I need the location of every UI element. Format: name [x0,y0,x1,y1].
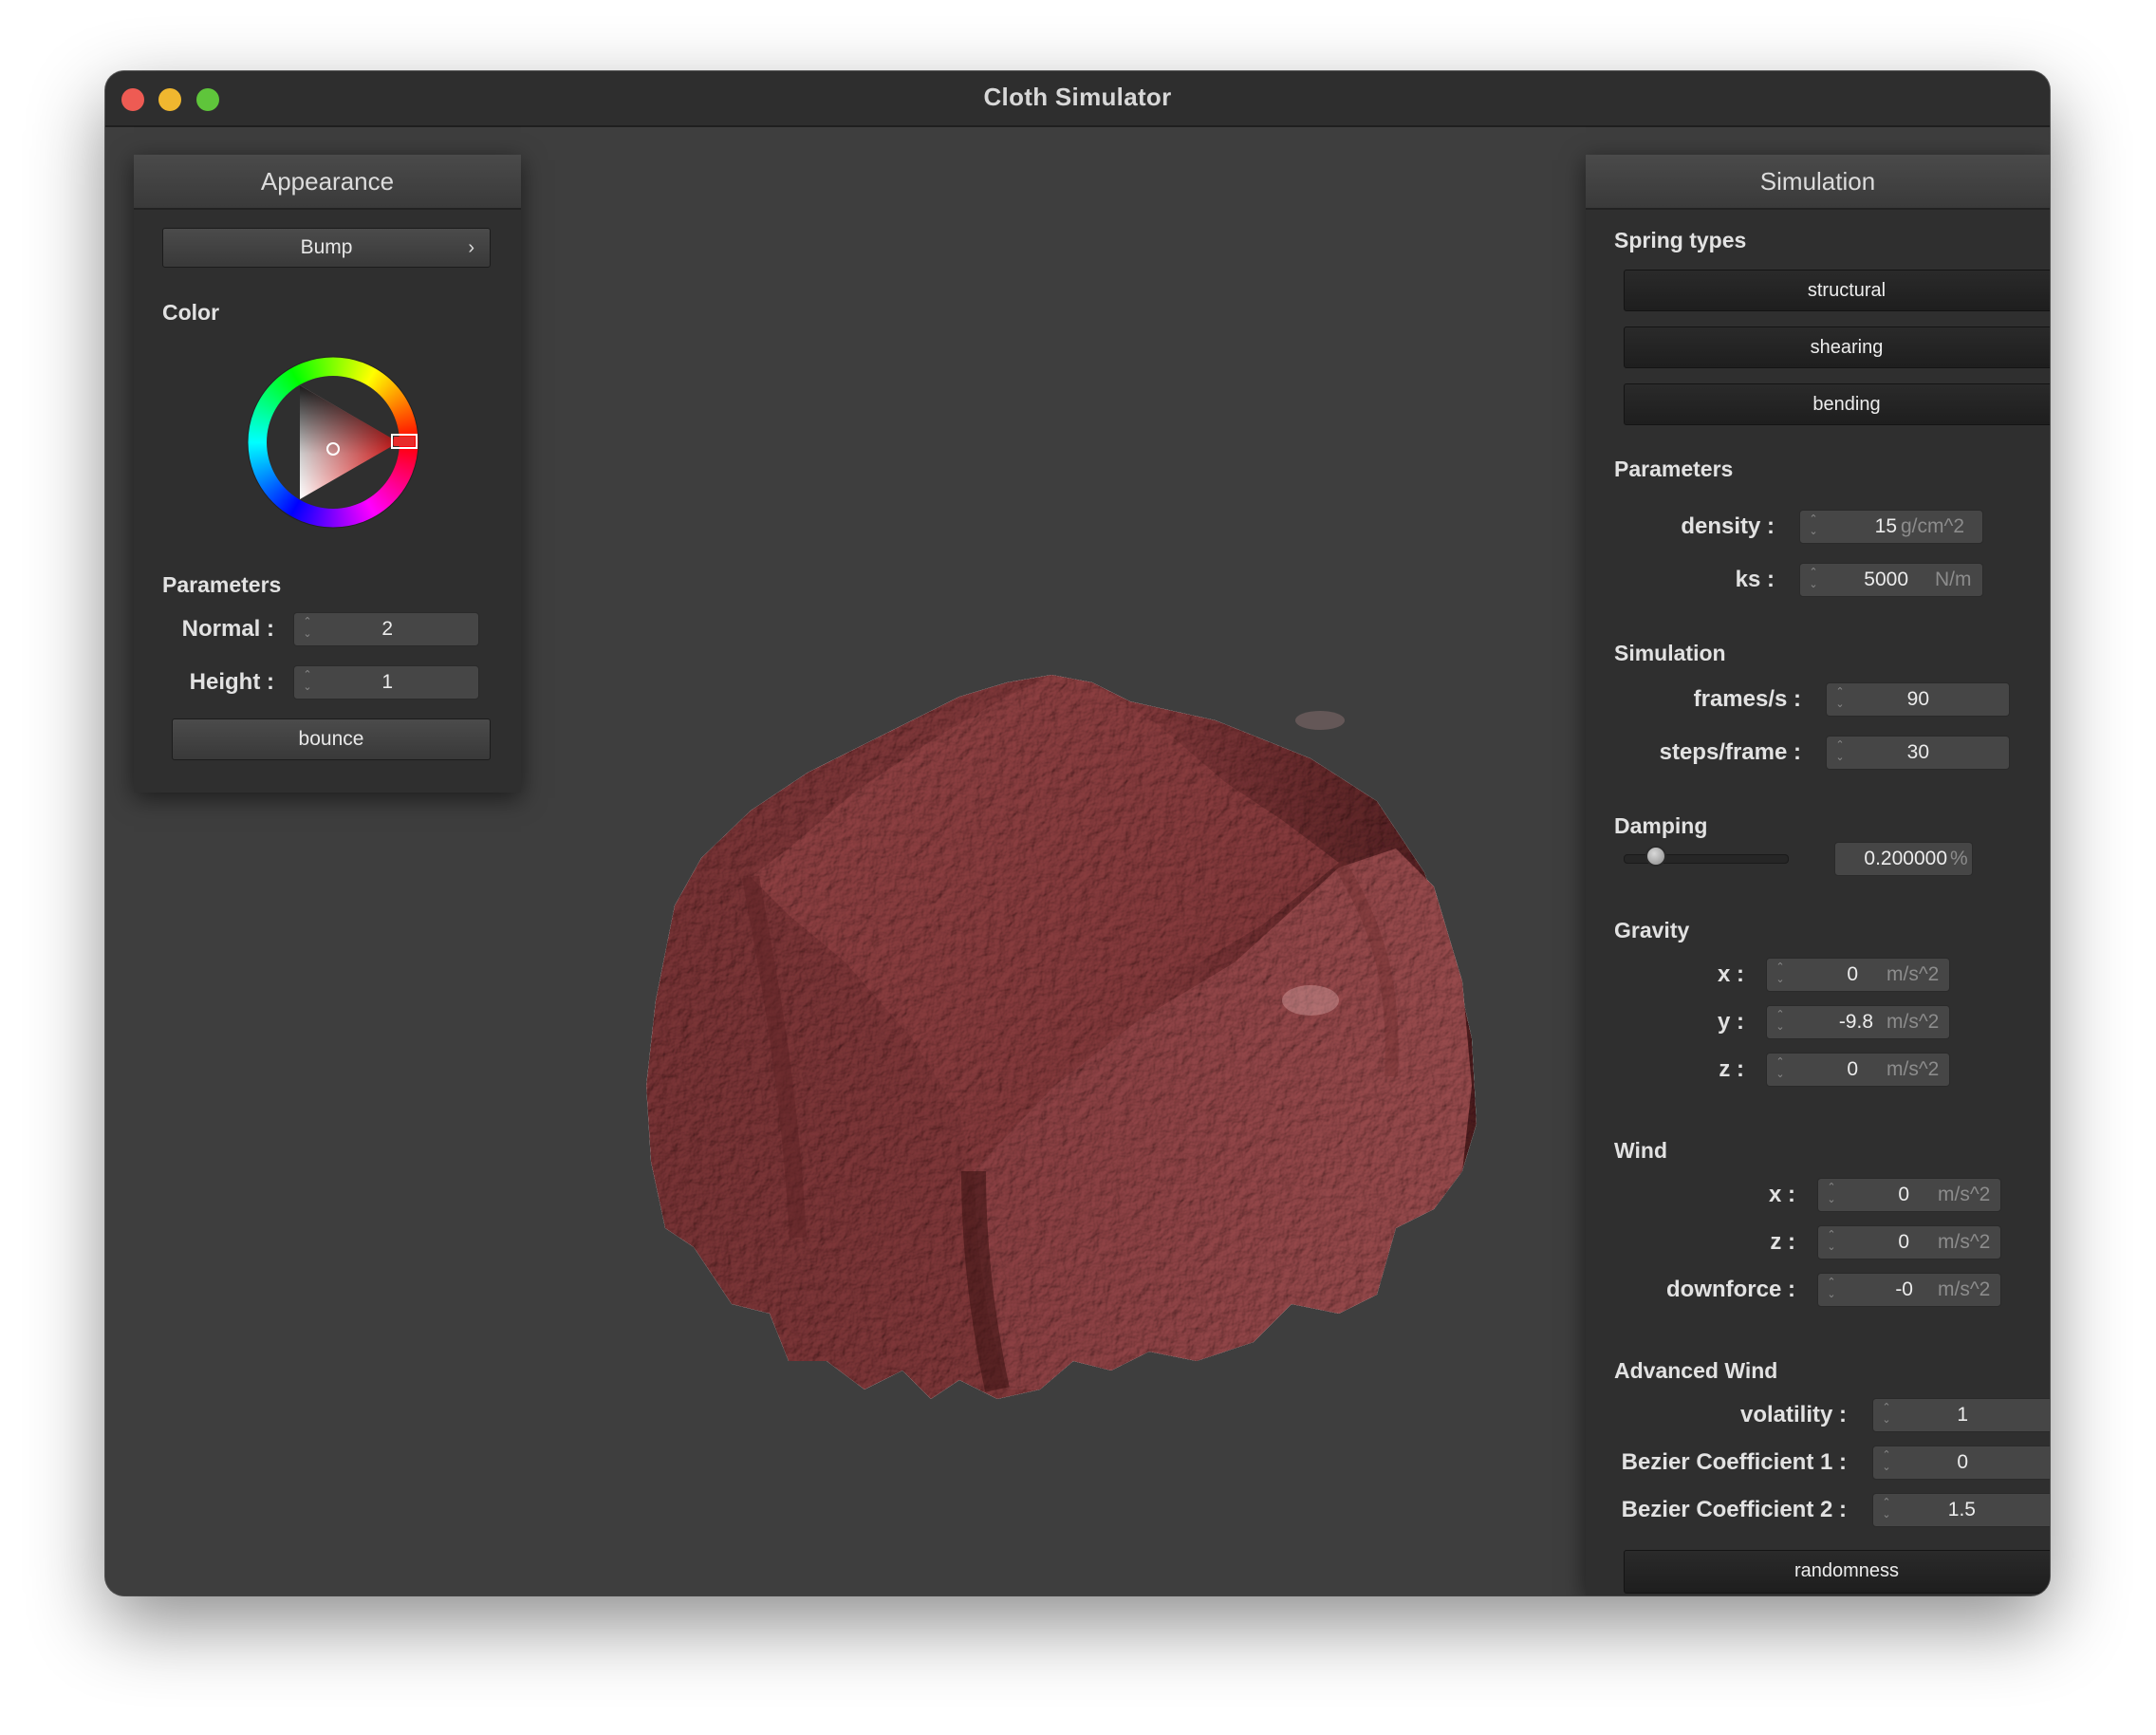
gravity-y-unit: m/s^2 [1886,1011,1940,1033]
density-unit: g/cm^2 [1901,515,1965,537]
spring-types-label: Spring types [1614,228,1747,252]
wind-x-value: 0 [1898,1184,1909,1205]
density-label: density : [1681,513,1775,539]
volatility-input[interactable]: ⌃ ⌄ 1 [1872,1398,2050,1432]
gravity-x-label: x : [1717,961,1744,987]
normal-input[interactable]: ⌃ ⌄ 2 [293,612,479,646]
bezier-coefficient-1-input[interactable]: ⌃ ⌄ 0 [1872,1446,2050,1480]
randomness-button[interactable]: randomness [1624,1550,2050,1594]
bezier-coefficient-2-value: 1.5 [1947,1499,1976,1520]
shader-select-label: Bump [300,236,353,258]
color-wheel-icon[interactable] [243,352,423,532]
gravity-z-label: z : [1719,1056,1744,1082]
damping-value: 0.200000 [1864,848,1947,869]
ks-input[interactable]: ⌃ ⌄ 5000 N/m [1799,563,1983,597]
app-window: Cloth Simulator Appearance Bump › Color … [105,71,2050,1595]
sim-parameters-label: Parameters [1614,457,1734,481]
damping-input[interactable]: 0.200000 % [1834,842,1973,876]
appearance-panel: Appearance Bump › Color Parameters Norma… [134,155,521,793]
gravity-z-unit: m/s^2 [1886,1058,1940,1080]
wind-z-input[interactable]: ⌃ ⌄ 0 m/s^2 [1817,1225,2001,1259]
bezier-coefficient-1-value: 0 [1957,1451,1968,1473]
color-section-label: Color [162,300,220,325]
simulation-panel: Simulation Spring types structural shear… [1586,155,2050,1595]
appearance-header: Appearance [134,155,521,210]
shearing-button[interactable]: shearing [1624,326,2050,368]
downforce-input[interactable]: ⌃ ⌄ -0 m/s^2 [1817,1273,2001,1307]
ks-label: ks : [1735,567,1775,592]
height-label: Height : [189,669,274,695]
gravity-x-unit: m/s^2 [1886,963,1940,985]
gravity-z-input[interactable]: ⌃ ⌄ 0 m/s^2 [1766,1053,1950,1087]
wind-z-label: z : [1770,1229,1795,1255]
bending-button[interactable]: bending [1624,383,2050,425]
frames-per-s-value: 90 [1906,688,1929,710]
density-value: 15 [1874,515,1897,537]
downforce-value: -0 [1895,1278,1913,1300]
wind-x-label: x : [1768,1182,1795,1207]
steps-per-frame-value: 30 [1906,741,1929,763]
downforce-label: downforce : [1666,1277,1795,1302]
damping-label: Damping [1614,813,1708,838]
structural-button[interactable]: structural [1624,270,2050,311]
height-value: 1 [381,671,393,693]
normal-label: Normal : [181,616,274,642]
damping-unit: % [1950,848,1968,869]
gravity-x-value: 0 [1847,963,1858,985]
bezier-coefficient-1-label: Bezier Coefficient 1 : [1621,1449,1847,1475]
steps-per-frame-label: steps/frame : [1659,739,1801,765]
frames-per-s-label: frames/s : [1693,686,1801,712]
wind-x-input[interactable]: ⌃ ⌄ 0 m/s^2 [1817,1178,2001,1212]
gravity-x-input[interactable]: ⌃ ⌄ 0 m/s^2 [1766,958,1950,992]
gravity-y-input[interactable]: ⌃ ⌄ -9.8 m/s^2 [1766,1005,1950,1039]
wind-x-unit: m/s^2 [1938,1184,1991,1205]
simulation-header: Simulation [1586,155,2050,210]
gravity-y-value: -9.8 [1838,1011,1873,1033]
wind-label: Wind [1614,1138,1667,1163]
normal-value: 2 [381,618,393,640]
gravity-y-label: y : [1717,1009,1744,1035]
shader-select-button[interactable]: Bump › [162,228,491,268]
volatility-label: volatility : [1739,1402,1847,1427]
sim-simulation-label: Simulation [1614,641,1726,665]
frames-per-s-input[interactable]: ⌃ ⌄ 90 [1826,682,2010,717]
wind-z-unit: m/s^2 [1938,1231,1991,1253]
wind-z-value: 0 [1898,1231,1909,1253]
steps-per-frame-input[interactable]: ⌃ ⌄ 30 [1826,736,2010,770]
chevron-right-icon: › [468,237,474,258]
bounce-button[interactable]: bounce [172,718,491,760]
ks-value: 5000 [1864,569,1908,590]
appearance-parameters-label: Parameters [162,572,282,597]
bezier-coefficient-2-input[interactable]: ⌃ ⌄ 1.5 [1872,1493,2050,1527]
advanced-wind-label: Advanced Wind [1614,1358,1778,1383]
ks-unit: N/m [1935,569,1972,590]
gravity-label: Gravity [1614,918,1690,942]
density-input[interactable]: ⌃ ⌄ 15 g/cm^2 [1799,510,1983,544]
window-title: Cloth Simulator [983,83,1172,111]
gravity-z-value: 0 [1847,1058,1858,1080]
bezier-coefficient-2-label: Bezier Coefficient 2 : [1621,1497,1847,1522]
title-bar: Cloth Simulator [105,71,2050,127]
height-input[interactable]: ⌃ ⌄ 1 [293,665,479,700]
downforce-unit: m/s^2 [1938,1278,1991,1300]
volatility-value: 1 [1957,1404,1968,1426]
